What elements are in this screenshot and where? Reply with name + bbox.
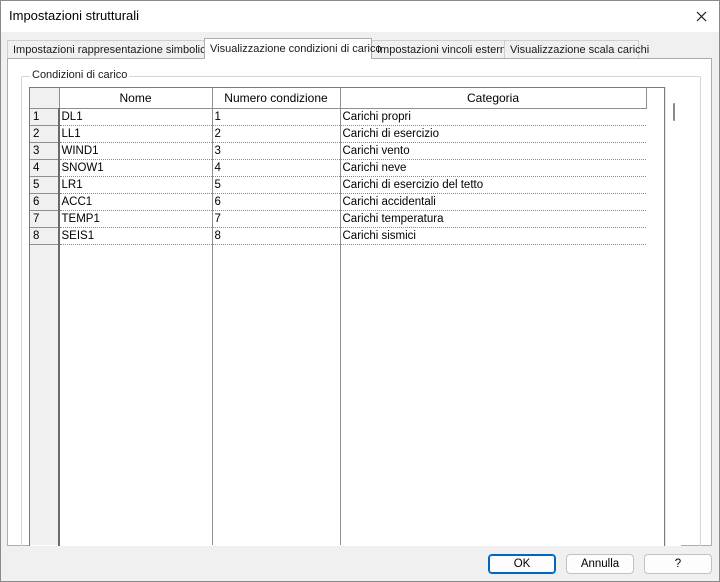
cell-categoria[interactable]: Carichi propri	[339, 108, 646, 126]
tab-label: Visualizzazione scala carichi	[510, 44, 650, 56]
cancel-button[interactable]: Annulla	[566, 554, 634, 574]
cell-numero[interactable]: 5	[211, 176, 340, 194]
cell-numero[interactable]: 6	[211, 193, 340, 211]
cell-numero[interactable]: 4	[211, 159, 340, 177]
cell-numero[interactable]: 7	[211, 210, 340, 228]
cell-nome[interactable]: ACC1	[58, 193, 212, 211]
dialog-window: Impostazioni strutturali Impostazioni ra…	[0, 0, 720, 582]
cell-categoria[interactable]: Carichi di esercizio	[339, 125, 646, 143]
row-header-divider	[58, 108, 60, 546]
tab-scala-carichi[interactable]: Visualizzazione scala carichi	[504, 40, 649, 58]
window-title: Impostazioni strutturali	[9, 8, 140, 23]
cell-nome[interactable]: DL1	[58, 108, 212, 126]
table-row[interactable]: 2 LL1 2 Carichi di esercizio	[30, 125, 646, 143]
cell-numero[interactable]: 8	[211, 227, 340, 245]
table-row[interactable]: 8 SEIS1 8 Carichi sismici	[30, 227, 646, 245]
cell-categoria[interactable]: Carichi neve	[339, 159, 646, 177]
column-header-categoria[interactable]: Categoria	[339, 88, 647, 109]
load-conditions-table: Nome Numero condizione Categoria 1 DL1 1…	[29, 87, 665, 547]
row-number: 2	[30, 125, 60, 143]
scrollbar-thumb[interactable]	[673, 103, 675, 121]
corner-cell	[30, 88, 60, 109]
table-row[interactable]: 6 ACC1 6 Carichi accidentali	[30, 193, 646, 211]
tab-panel: Condizioni di carico Nome Numero condizi…	[7, 58, 712, 556]
cell-numero[interactable]: 1	[211, 108, 340, 126]
close-icon	[696, 11, 707, 22]
table-empty-area	[30, 244, 646, 545]
row-number: 4	[30, 159, 60, 177]
tab-label: Impostazioni rappresentazione simbolica	[13, 44, 212, 56]
row-number: 1	[30, 108, 60, 126]
column-header-nome[interactable]: Nome	[58, 88, 213, 109]
table-row[interactable]: 4 SNOW1 4 Carichi neve	[30, 159, 646, 177]
table-row[interactable]: 5 LR1 5 Carichi di esercizio del tetto	[30, 176, 646, 194]
tab-vincoli-esterni[interactable]: Impostazioni vincoli esterni	[371, 40, 509, 58]
cell-nome[interactable]: SEIS1	[58, 227, 212, 245]
tab-condizioni-di-carico[interactable]: Visualizzazione condizioni di carico	[204, 38, 382, 59]
cell-nome[interactable]: SNOW1	[58, 159, 212, 177]
table-row[interactable]: 3 WIND1 3 Carichi vento	[30, 142, 646, 160]
cell-nome[interactable]: WIND1	[58, 142, 212, 160]
row-number: 5	[30, 176, 60, 194]
vertical-scrollbar[interactable]	[665, 87, 681, 547]
tab-strip: Impostazioni rappresentazione simbolica …	[7, 38, 707, 59]
row-number: 6	[30, 193, 60, 211]
row-number: 7	[30, 210, 60, 228]
dialog-footer: OK Annulla ?	[1, 546, 719, 581]
row-number: 3	[30, 142, 60, 160]
cell-numero[interactable]: 3	[211, 142, 340, 160]
tab-label: Impostazioni vincoli esterni	[377, 44, 509, 56]
group-label: Condizioni di carico	[30, 69, 130, 81]
help-button[interactable]: ?	[644, 554, 712, 574]
cell-categoria[interactable]: Carichi vento	[339, 142, 646, 160]
cell-numero[interactable]: 2	[211, 125, 340, 143]
ok-button[interactable]: OK	[488, 554, 556, 574]
cell-nome[interactable]: LL1	[58, 125, 212, 143]
close-button[interactable]	[683, 1, 719, 32]
table-row[interactable]: 1 DL1 1 Carichi propri	[30, 108, 646, 126]
title-bar: Impostazioni strutturali	[1, 1, 719, 32]
tab-rappresentazione-simbolica[interactable]: Impostazioni rappresentazione simbolica	[7, 40, 212, 58]
tab-label: Visualizzazione condizioni di carico	[210, 43, 382, 55]
cell-categoria[interactable]: Carichi di esercizio del tetto	[339, 176, 646, 194]
cell-nome[interactable]: TEMP1	[58, 210, 212, 228]
cell-nome[interactable]: LR1	[58, 176, 212, 194]
column-header-numero[interactable]: Numero condizione	[211, 88, 341, 109]
cell-categoria[interactable]: Carichi accidentali	[339, 193, 646, 211]
cell-categoria[interactable]: Carichi sismici	[339, 227, 646, 245]
table-row[interactable]: 7 TEMP1 7 Carichi temperatura	[30, 210, 646, 228]
row-number: 8	[30, 227, 60, 245]
cell-categoria[interactable]: Carichi temperatura	[339, 210, 646, 228]
